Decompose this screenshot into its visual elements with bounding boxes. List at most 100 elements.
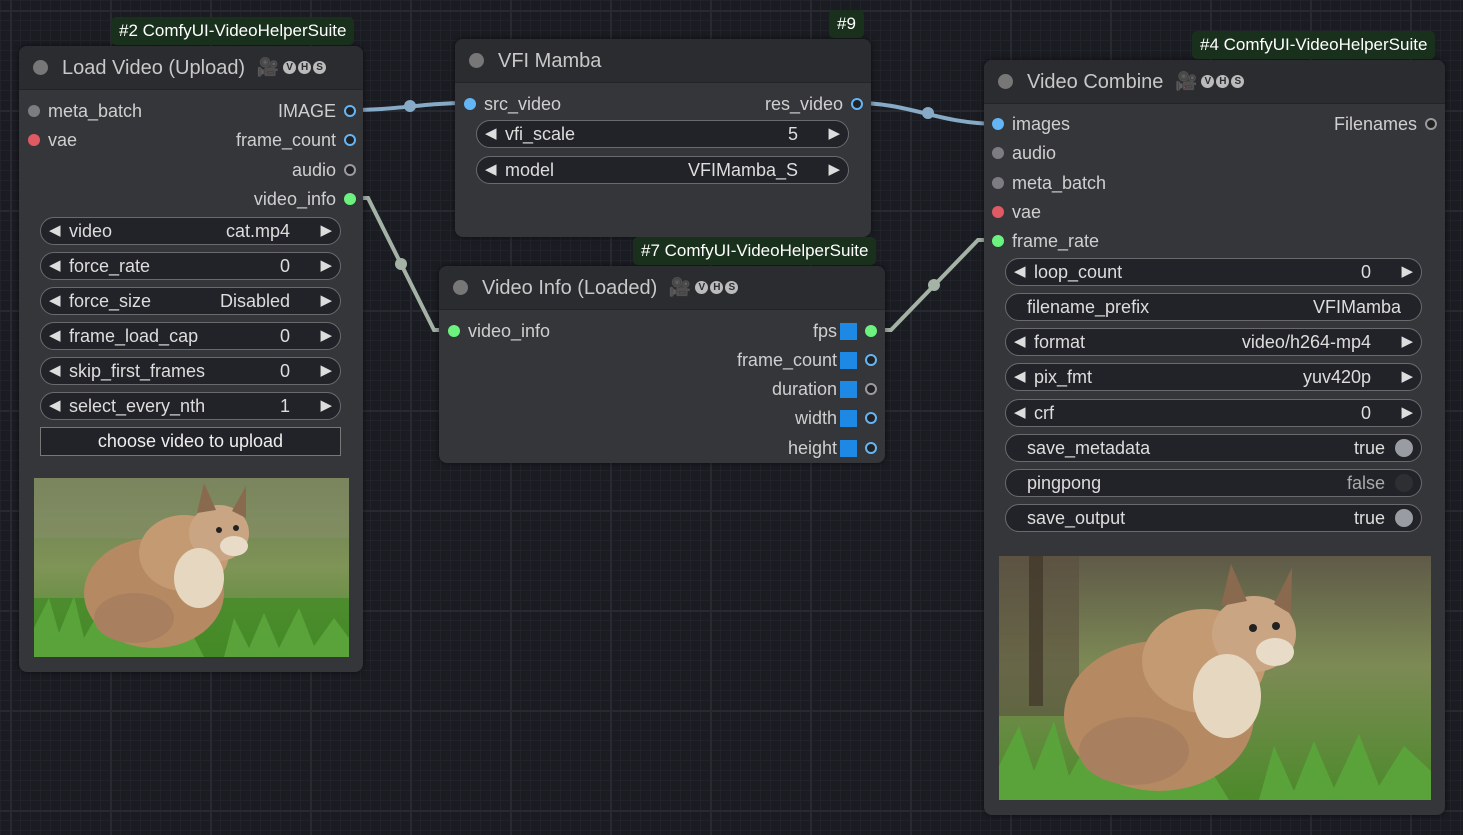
widget-skip-first-frames[interactable]: ◀ skip_first_frames 0 ▶ — [40, 357, 341, 385]
decrement-arrow[interactable]: ◀ — [49, 291, 61, 309]
decrement-arrow[interactable]: ◀ — [1014, 332, 1026, 350]
widget-video[interactable]: ◀ video cat.mp4 ▶ — [40, 217, 341, 245]
input-video-info[interactable]: video_info — [448, 320, 550, 342]
video-combine-node[interactable]: Video Combine 🎥 V H S images audio meta_… — [984, 60, 1445, 815]
increment-arrow[interactable]: ▶ — [828, 160, 840, 178]
decrement-arrow[interactable]: ◀ — [49, 361, 61, 379]
decrement-arrow[interactable]: ◀ — [485, 160, 497, 178]
decrement-arrow[interactable]: ◀ — [49, 326, 61, 344]
collapse-dot[interactable] — [998, 74, 1013, 89]
output-pin[interactable] — [344, 164, 356, 176]
link-midpoint[interactable] — [928, 279, 940, 291]
input-pin[interactable] — [992, 147, 1004, 159]
link-midpoint[interactable] — [922, 107, 934, 119]
widget-force-rate[interactable]: ◀ force_rate 0 ▶ — [40, 252, 341, 280]
output-pin[interactable] — [344, 134, 356, 146]
link-midpoint[interactable] — [395, 258, 407, 270]
output-fps[interactable]: fps — [813, 320, 877, 342]
input-vae[interactable]: vae — [28, 129, 77, 151]
decrement-arrow[interactable]: ◀ — [485, 124, 497, 142]
input-pin[interactable] — [992, 177, 1004, 189]
input-pin[interactable] — [28, 105, 40, 117]
output-pin[interactable] — [1425, 118, 1437, 130]
widget-select-every-nth[interactable]: ◀ select_every_nth 1 ▶ — [40, 392, 341, 420]
decrement-arrow[interactable]: ◀ — [1014, 262, 1026, 280]
increment-arrow[interactable]: ▶ — [320, 361, 332, 379]
increment-arrow[interactable]: ▶ — [320, 221, 332, 239]
widget-crf[interactable]: ◀ crf 0 ▶ — [1005, 399, 1422, 427]
output-pin[interactable] — [865, 383, 877, 395]
output-width[interactable]: width — [795, 407, 877, 429]
input-pin[interactable] — [464, 98, 476, 110]
widget-force-size[interactable]: ◀ force_size Disabled ▶ — [40, 287, 341, 315]
increment-arrow[interactable]: ▶ — [320, 256, 332, 274]
output-audio[interactable]: audio — [292, 159, 356, 181]
input-src-video[interactable]: src_video — [464, 93, 561, 115]
collapse-dot[interactable] — [453, 280, 468, 295]
input-vae[interactable]: vae — [992, 201, 1041, 223]
increment-arrow[interactable]: ▶ — [828, 124, 840, 142]
widget-save-metadata[interactable]: save_metadata true — [1005, 434, 1422, 462]
increment-arrow[interactable]: ▶ — [1401, 367, 1413, 385]
input-pin[interactable] — [28, 134, 40, 146]
output-pin[interactable] — [865, 442, 877, 454]
widget-model[interactable]: ◀ model VFIMamba_S ▶ — [476, 156, 849, 184]
increment-arrow[interactable]: ▶ — [320, 326, 332, 344]
widget-pingpong[interactable]: pingpong false — [1005, 469, 1422, 497]
output-frame-count[interactable]: frame_count — [236, 129, 356, 151]
input-pin[interactable] — [992, 206, 1004, 218]
output-video-info[interactable]: video_info — [254, 188, 356, 210]
output-pin[interactable] — [865, 354, 877, 366]
output-image[interactable]: IMAGE — [278, 100, 356, 122]
output-frame-count[interactable]: frame_count — [737, 349, 877, 371]
decrement-arrow[interactable]: ◀ — [49, 221, 61, 239]
input-pin[interactable] — [992, 235, 1004, 247]
input-meta-batch[interactable]: meta_batch — [28, 100, 142, 122]
input-pin[interactable] — [992, 118, 1004, 130]
load-video-node[interactable]: Load Video (Upload) 🎥 V H S meta_batch v… — [19, 46, 363, 672]
output-filenames[interactable]: Filenames — [1334, 113, 1437, 135]
widget-frame-load-cap[interactable]: ◀ frame_load_cap 0 ▶ — [40, 322, 341, 350]
output-pin[interactable] — [851, 98, 863, 110]
output-res-video[interactable]: res_video — [765, 93, 863, 115]
decrement-arrow[interactable]: ◀ — [49, 396, 61, 414]
widget-format[interactable]: ◀ format video/h264-mp4 ▶ — [1005, 328, 1422, 356]
output-duration[interactable]: duration — [772, 378, 877, 400]
output-pin[interactable] — [865, 412, 877, 424]
increment-arrow[interactable]: ▶ — [1401, 332, 1413, 350]
node-header[interactable]: Load Video (Upload) 🎥 V H S — [19, 46, 363, 90]
decrement-arrow[interactable]: ◀ — [49, 256, 61, 274]
collapse-dot[interactable] — [33, 60, 48, 75]
increment-arrow[interactable]: ▶ — [320, 291, 332, 309]
toggle-switch[interactable] — [1395, 474, 1413, 492]
choose-video-upload-button[interactable]: choose video to upload — [40, 427, 341, 456]
input-pin[interactable] — [448, 325, 460, 337]
increment-arrow[interactable]: ▶ — [320, 396, 332, 414]
widget-vfi-scale[interactable]: ◀ vfi_scale 5 ▶ — [476, 120, 849, 148]
output-pin[interactable] — [344, 193, 356, 205]
output-height[interactable]: height — [788, 437, 877, 459]
link-midpoint[interactable] — [404, 100, 416, 112]
input-audio[interactable]: audio — [992, 142, 1056, 164]
input-frame-rate[interactable]: frame_rate — [992, 230, 1099, 252]
widget-pix-fmt[interactable]: ◀ pix_fmt yuv420p ▶ — [1005, 363, 1422, 391]
toggle-switch[interactable] — [1395, 509, 1413, 527]
decrement-arrow[interactable]: ◀ — [1014, 403, 1026, 421]
toggle-switch[interactable] — [1395, 439, 1413, 457]
collapse-dot[interactable] — [469, 53, 484, 68]
widget-save-output[interactable]: save_output true — [1005, 504, 1422, 532]
widget-loop-count[interactable]: ◀ loop_count 0 ▶ — [1005, 258, 1422, 286]
output-pin[interactable] — [865, 325, 877, 337]
input-meta-batch[interactable]: meta_batch — [992, 172, 1106, 194]
vfi-mamba-node[interactable]: VFI Mamba src_video res_video ◀ vfi_scal… — [455, 39, 871, 237]
increment-arrow[interactable]: ▶ — [1401, 403, 1413, 421]
increment-arrow[interactable]: ▶ — [1401, 262, 1413, 280]
widget-filename-prefix[interactable]: filename_prefix VFIMamba — [1005, 293, 1422, 321]
output-pin[interactable] — [344, 105, 356, 117]
node-header[interactable]: Video Info (Loaded) 🎥 V H S — [439, 266, 885, 310]
node-header[interactable]: VFI Mamba — [455, 39, 871, 83]
node-header[interactable]: Video Combine 🎥 V H S — [984, 60, 1445, 104]
video-info-node[interactable]: Video Info (Loaded) 🎥 V H S video_info f… — [439, 266, 885, 463]
decrement-arrow[interactable]: ◀ — [1014, 367, 1026, 385]
input-images[interactable]: images — [992, 113, 1070, 135]
